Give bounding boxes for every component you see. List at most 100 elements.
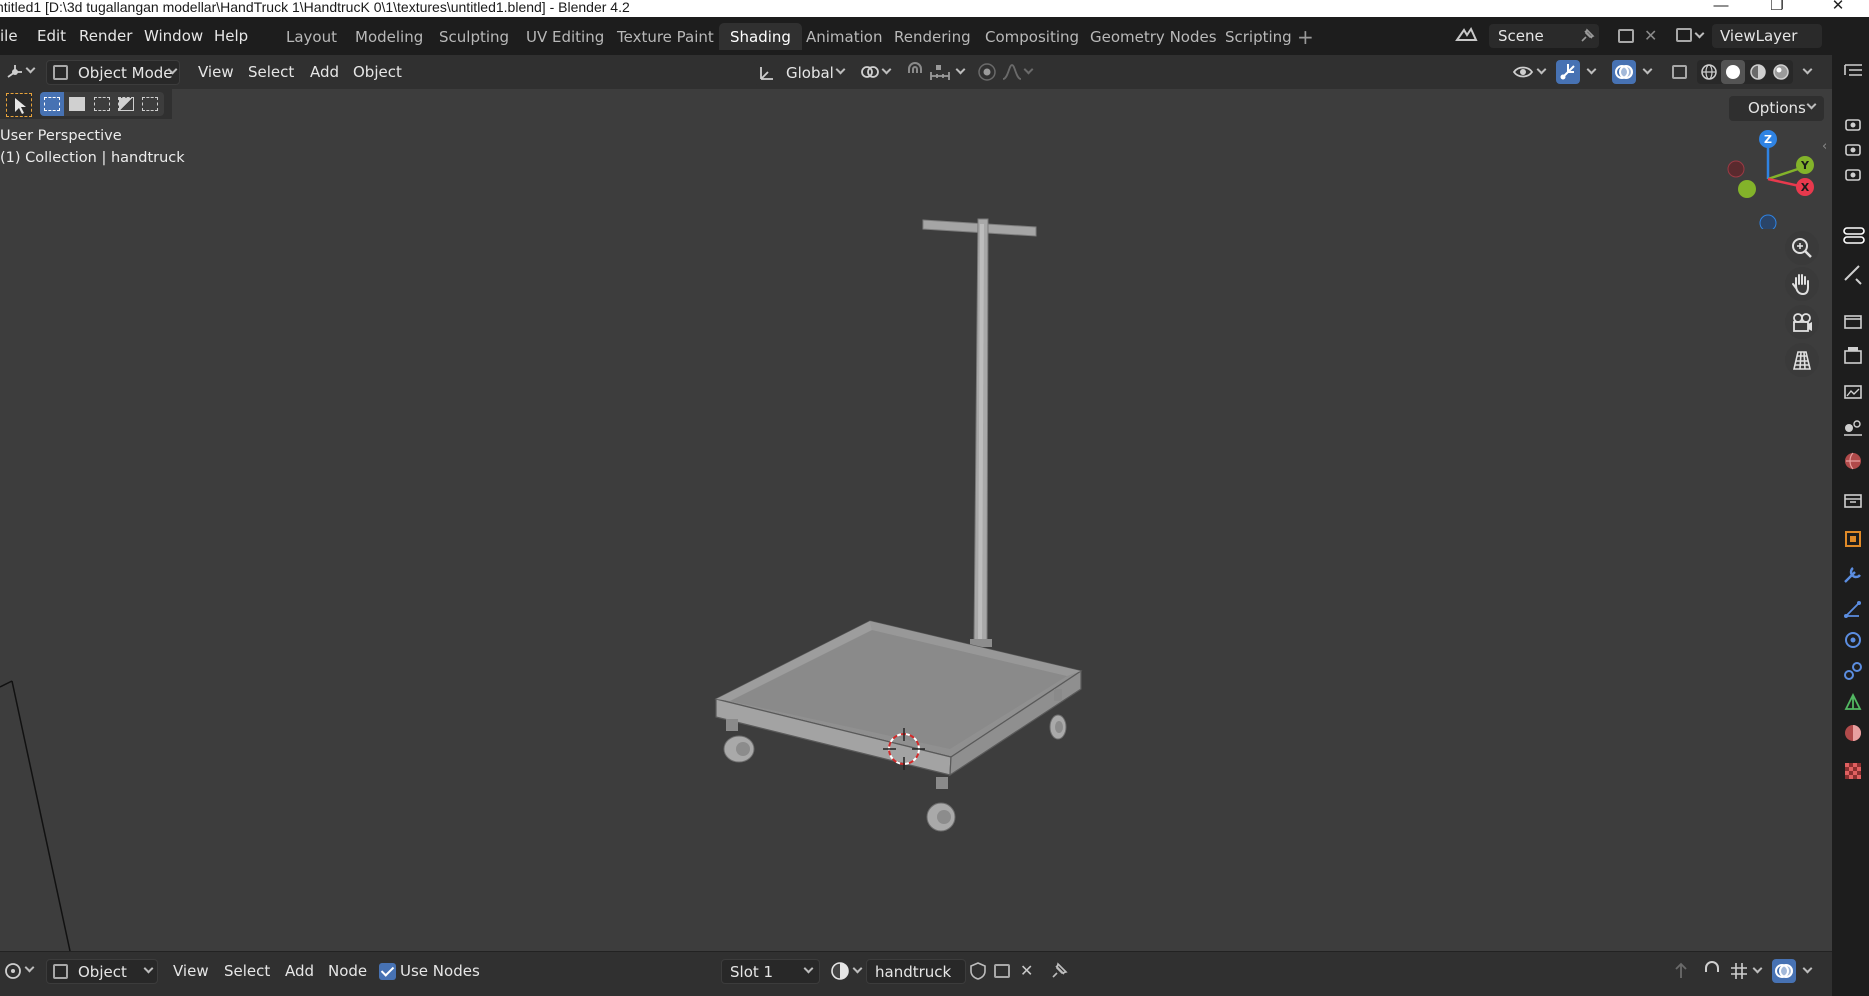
material-browse-button[interactable] — [827, 959, 865, 983]
select-intersect-icon[interactable] — [142, 97, 158, 111]
constraints-properties-icon[interactable] — [1844, 662, 1862, 680]
overlays-dropdown-chevron-icon[interactable] — [1642, 64, 1653, 75]
tab-animation[interactable]: Animation — [795, 23, 893, 50]
delete-scene-icon[interactable]: ✕ — [1644, 26, 1657, 45]
overlays-toggle-button[interactable] — [1612, 60, 1636, 84]
view-layer-field[interactable]: ViewLayer — [1712, 24, 1822, 48]
render-visibility-camera-icon[interactable] — [1845, 169, 1861, 181]
parent-node-tree-icon[interactable] — [1670, 960, 1692, 982]
data-properties-icon[interactable] — [1844, 692, 1862, 710]
select-new-button[interactable] — [40, 92, 64, 116]
menu-object[interactable]: Object — [353, 63, 402, 81]
node-snap-icon[interactable] — [1701, 960, 1723, 982]
navigation-gizmo[interactable]: Z Y X — [1720, 129, 1816, 229]
menu-help[interactable]: Help — [214, 27, 248, 45]
wireframe-shading-icon[interactable] — [1698, 61, 1720, 83]
gizmo-dropdown-chevron-icon[interactable] — [1586, 64, 1597, 75]
snap-toggle-button[interactable] — [903, 60, 928, 84]
new-material-icon[interactable] — [994, 964, 1010, 978]
tab-sculpting[interactable]: Sculpting — [428, 23, 520, 50]
pan-button[interactable] — [1785, 267, 1819, 301]
tab-modeling[interactable]: Modeling — [344, 23, 434, 50]
view-layer-browse-button[interactable] — [1672, 24, 1708, 48]
node-overlays-dropdown-chevron-icon[interactable] — [1802, 963, 1813, 974]
pin-node-tree-icon[interactable] — [1048, 960, 1070, 982]
menu-edit[interactable]: Edit — [37, 27, 66, 45]
unlink-material-icon[interactable]: ✕ — [1020, 961, 1033, 980]
shader-menu-select[interactable]: Select — [224, 962, 270, 980]
render-properties-icon[interactable] — [1844, 315, 1862, 329]
output-properties-icon[interactable] — [1844, 347, 1862, 364]
select-extend-icon[interactable] — [69, 97, 85, 111]
material-properties-icon[interactable] — [1845, 725, 1861, 741]
material-preview-icon[interactable] — [1747, 61, 1769, 83]
menu-window[interactable]: Window — [144, 27, 203, 45]
minimize-button[interactable]: — — [1701, 0, 1741, 16]
perspective-toggle-button[interactable] — [1785, 343, 1819, 377]
tab-scripting[interactable]: Scripting — [1214, 23, 1303, 50]
view-layer-properties-icon[interactable] — [1844, 385, 1862, 399]
menu-select[interactable]: Select — [248, 63, 294, 81]
add-workspace-button[interactable]: + — [1297, 25, 1314, 49]
fake-user-shield-icon[interactable] — [966, 959, 990, 983]
use-nodes-label[interactable]: Use Nodes — [400, 962, 480, 980]
shading-dropdown-chevron-icon[interactable] — [1802, 64, 1813, 75]
texture-properties-icon[interactable] — [1845, 763, 1861, 779]
select-invert-icon[interactable] — [118, 97, 134, 111]
world-properties-icon[interactable] — [1845, 452, 1861, 470]
editor-type-button[interactable] — [4, 60, 38, 84]
outliner-toggle-icon[interactable] — [1844, 64, 1862, 76]
menu-render[interactable]: Render — [79, 27, 132, 45]
visibility-dropdown[interactable] — [1512, 60, 1550, 84]
particles-properties-icon[interactable] — [1844, 601, 1861, 618]
xray-toggle-button[interactable] — [1668, 60, 1692, 84]
rendered-shading-icon[interactable] — [1770, 61, 1792, 83]
menu-view[interactable]: View — [198, 63, 234, 81]
physics-properties-icon[interactable] — [1845, 632, 1861, 648]
shader-type-dropdown[interactable]: Object — [46, 959, 158, 984]
new-scene-icon[interactable] — [1618, 29, 1634, 43]
pin-icon[interactable] — [1578, 27, 1596, 45]
scene-properties-icon[interactable] — [1844, 420, 1862, 436]
use-nodes-checkbox[interactable] — [379, 963, 396, 980]
handtruck-model[interactable] — [714, 218, 1083, 832]
material-slot-dropdown[interactable]: Slot 1 — [721, 959, 820, 984]
tab-texture-paint[interactable]: Texture Paint — [606, 23, 725, 50]
scene-browse-button[interactable] — [1452, 24, 1487, 48]
shader-menu-view[interactable]: View — [173, 962, 209, 980]
options-dropdown[interactable]: Options — [1729, 96, 1824, 121]
select-tool-button[interactable] — [6, 93, 32, 117]
tool-properties-icon[interactable] — [1844, 265, 1862, 285]
tab-shading[interactable]: Shading — [719, 23, 802, 50]
shader-menu-add[interactable]: Add — [285, 962, 314, 980]
mode-dropdown[interactable]: Object Mode — [46, 60, 180, 85]
3d-viewport[interactable]: User Perspective (1) Collection | handtr… — [0, 89, 1832, 951]
zoom-button[interactable] — [1785, 231, 1819, 265]
collection-properties-icon[interactable] — [1844, 494, 1862, 508]
node-overlays-toggle-button[interactable] — [1772, 959, 1796, 983]
close-window-button[interactable]: ✕ — [1818, 0, 1858, 16]
tab-uv-editing[interactable]: UV Editing — [515, 23, 615, 50]
scene-name-field[interactable]: Scene — [1489, 24, 1599, 48]
tab-geometry-nodes[interactable]: Geometry Nodes — [1079, 23, 1228, 50]
transform-orientation-dropdown[interactable]: Global — [754, 60, 850, 85]
pivot-point-button[interactable] — [859, 60, 895, 84]
shader-menu-node[interactable]: Node — [328, 962, 367, 980]
render-visibility-camera-icon[interactable] — [1845, 144, 1861, 156]
tab-layout[interactable]: Layout — [275, 23, 348, 50]
modifier-properties-icon[interactable] — [1844, 567, 1861, 583]
properties-editor-icon[interactable] — [1843, 227, 1865, 244]
node-snap-target-dropdown[interactable] — [1728, 959, 1768, 983]
gizmo-toggle-button[interactable] — [1556, 60, 1580, 84]
snap-target-dropdown[interactable] — [928, 60, 968, 84]
shader-editor-type-button[interactable] — [2, 959, 38, 983]
tab-rendering[interactable]: Rendering — [883, 23, 982, 50]
menu-add[interactable]: Add — [310, 63, 339, 81]
restore-button[interactable]: ❐ — [1757, 0, 1797, 16]
menu-file[interactable]: ile — [0, 27, 18, 45]
select-subtract-icon[interactable] — [94, 97, 110, 111]
camera-view-button[interactable] — [1785, 305, 1819, 339]
object-properties-icon[interactable] — [1845, 531, 1861, 547]
axis-neg-y-icon[interactable] — [1738, 180, 1756, 198]
render-visibility-camera-icon[interactable] — [1845, 119, 1861, 131]
